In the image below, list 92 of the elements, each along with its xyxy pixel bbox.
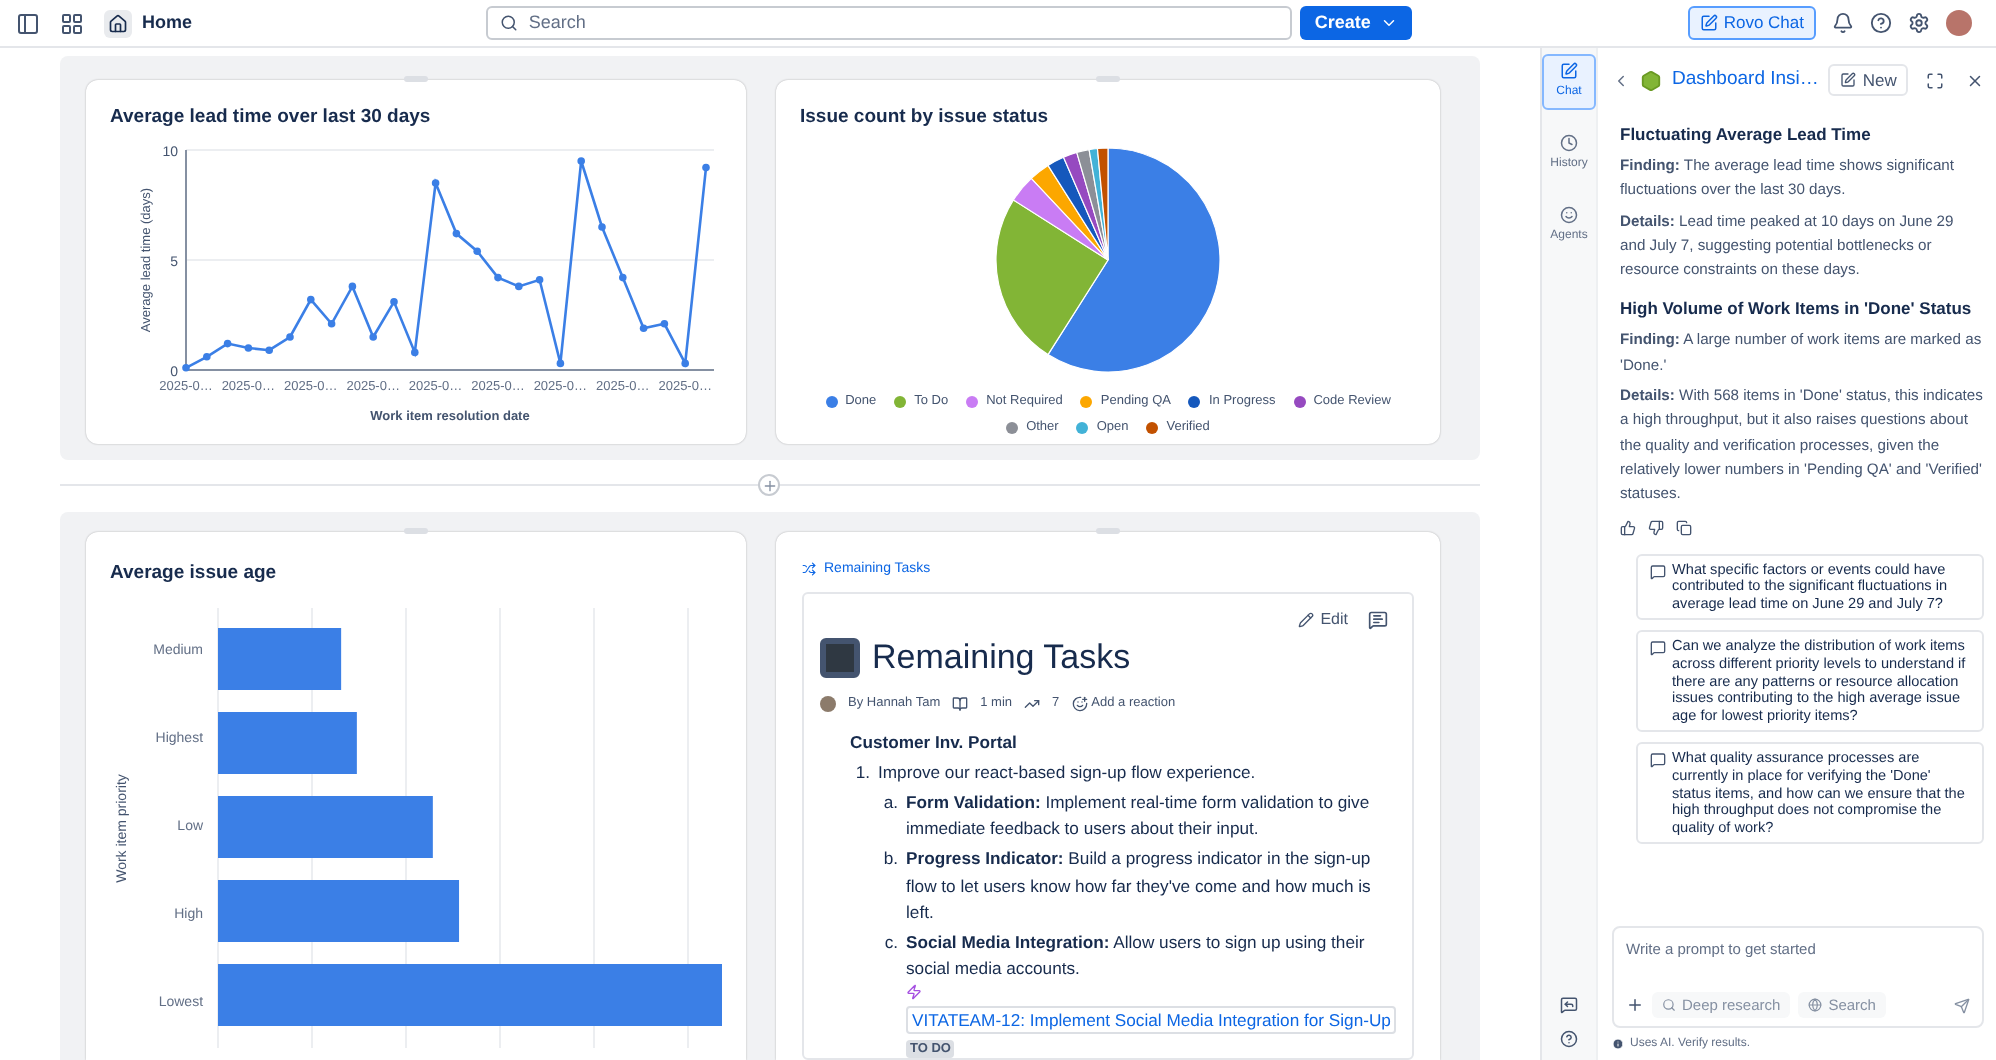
data-point xyxy=(244,344,253,353)
data-point xyxy=(577,157,585,166)
new-chat-button[interactable]: New xyxy=(1828,64,1909,96)
app-switcher-icon[interactable] xyxy=(60,11,84,35)
list-marker: c. xyxy=(882,929,898,956)
info-icon xyxy=(1612,1038,1624,1050)
globe-icon xyxy=(1808,998,1823,1012)
back-icon[interactable] xyxy=(1612,71,1630,89)
chat-icon xyxy=(1560,62,1578,80)
smile-icon xyxy=(1560,206,1578,224)
search-input[interactable]: Search xyxy=(528,9,1279,37)
data-point xyxy=(535,276,544,285)
help-icon[interactable] xyxy=(1870,12,1892,34)
caret-icon xyxy=(1380,14,1399,32)
data-point xyxy=(286,333,294,342)
notifications-icon[interactable] xyxy=(1832,12,1854,34)
bar xyxy=(217,627,341,690)
data-point xyxy=(327,320,336,329)
card-title: Average issue age xyxy=(110,559,279,588)
list-item-text: Improve our react-based sign-up flow experience. xyxy=(878,760,1258,787)
page-title: Remaining Tasks xyxy=(872,635,1131,680)
insight-heading: High Volume of Work Items in 'Done' Status xyxy=(1620,296,1974,323)
data-point xyxy=(431,179,440,188)
comment-icon[interactable] xyxy=(1368,609,1388,630)
message-icon xyxy=(1650,640,1666,657)
data-point xyxy=(660,320,669,329)
add-reaction-icon xyxy=(1071,695,1088,712)
create-button[interactable]: Create xyxy=(1300,6,1413,40)
send-icon[interactable] xyxy=(1954,997,1971,1013)
section-heading: Customer Inv. Portal xyxy=(850,729,1019,756)
lightning-icon xyxy=(906,984,922,1000)
list-item-text: Form Validation: Implement real-time form validation to give immediate feedback to users about their input. xyxy=(906,789,1372,843)
rovo-chat-button[interactable]: Rovo Chat xyxy=(1687,6,1816,40)
avatar[interactable] xyxy=(1946,10,1972,36)
edit-icon xyxy=(1699,14,1718,32)
add-icon[interactable] xyxy=(1626,996,1644,1014)
bar xyxy=(217,711,356,774)
expand-icon[interactable] xyxy=(1926,71,1945,89)
data-point xyxy=(494,274,502,282)
help-icon[interactable] xyxy=(1560,1030,1578,1048)
message-icon xyxy=(1650,563,1666,580)
data-point xyxy=(390,298,398,307)
home-link[interactable]: Home xyxy=(142,9,193,37)
message-icon xyxy=(1650,752,1666,769)
data-point xyxy=(598,223,606,232)
data-point xyxy=(223,340,232,348)
author-avatar xyxy=(820,695,836,712)
list-item-text: Social Media Integration: Allow users to sign up using their social media accounts. xyxy=(906,929,1367,983)
pencil-icon xyxy=(1298,611,1315,628)
copy-icon[interactable] xyxy=(1676,519,1692,536)
search-icon xyxy=(1662,998,1676,1012)
data-point xyxy=(619,274,627,282)
clock-icon xyxy=(1560,134,1578,152)
data-point xyxy=(265,346,273,355)
card-title: Average lead time over last 30 days xyxy=(110,104,433,132)
close-icon[interactable] xyxy=(1966,71,1985,89)
edit-icon xyxy=(1840,72,1857,88)
data-point xyxy=(307,296,315,304)
book-icon xyxy=(952,695,969,712)
page-link-icon xyxy=(802,562,816,577)
card-title: Issue count by issue status xyxy=(800,104,1051,132)
insight-heading: Fluctuating Average Lead Time xyxy=(1620,122,1873,148)
sidebar-toggle-icon[interactable] xyxy=(16,11,40,35)
home-icon[interactable] xyxy=(104,9,132,37)
edit-button[interactable]: Edit xyxy=(1298,606,1348,634)
trend-icon xyxy=(1024,695,1041,712)
data-point xyxy=(452,230,461,238)
settings-icon[interactable] xyxy=(1908,12,1930,34)
data-point xyxy=(702,164,710,172)
search-field[interactable]: Search xyxy=(486,6,1293,40)
search-icon xyxy=(500,14,519,32)
issue-link[interactable]: VITATEAM-12: Implement Social Media Integration for Sign-Up xyxy=(906,1006,1397,1034)
list-marker: b. xyxy=(881,846,898,873)
thumbs-down-icon[interactable] xyxy=(1648,519,1664,536)
hexagon-icon xyxy=(1640,69,1662,91)
data-point xyxy=(411,349,419,357)
data-point xyxy=(681,360,689,368)
list-marker: a. xyxy=(881,789,898,816)
data-point xyxy=(473,247,481,256)
thumbs-up-icon[interactable] xyxy=(1620,519,1636,536)
chat-title[interactable]: Dashboard Insi… xyxy=(1672,65,1819,95)
data-point xyxy=(182,364,190,373)
feedback-icon[interactable] xyxy=(1560,996,1578,1014)
list-marker: 1. xyxy=(853,760,870,787)
data-point xyxy=(556,360,565,368)
data-point xyxy=(203,353,211,362)
data-point xyxy=(639,324,648,333)
data-point xyxy=(515,283,523,291)
data-point xyxy=(369,333,377,342)
data-point xyxy=(348,283,357,291)
page-emoji-icon xyxy=(820,637,860,678)
list-item-text: Progress Indicator: Build a progress indicator in the sign-up flow to let users know how far they've come and how much is left. xyxy=(906,846,1373,927)
